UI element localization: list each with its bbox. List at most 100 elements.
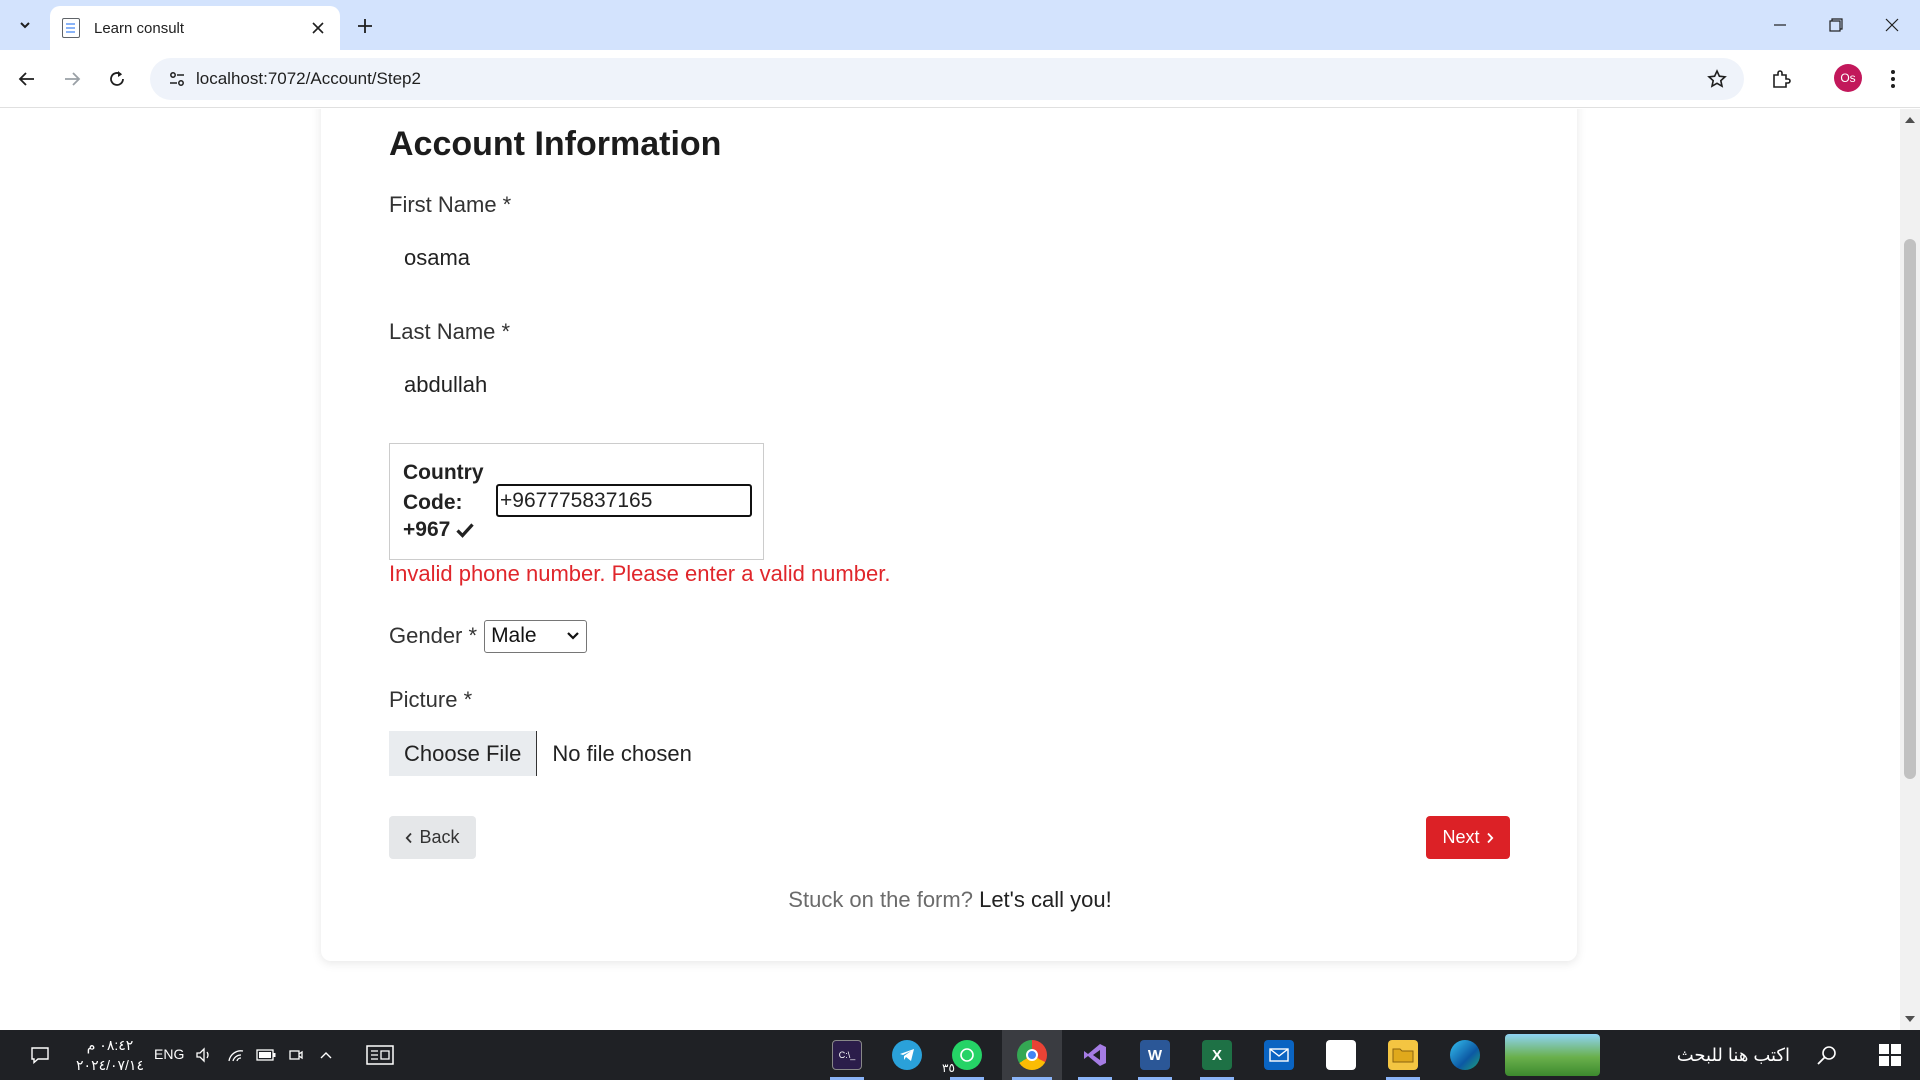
taskbar-store[interactable] xyxy=(1314,1030,1368,1080)
site-info-icon[interactable] xyxy=(160,62,194,96)
minimize-button[interactable] xyxy=(1752,0,1808,50)
news-widget-button[interactable] xyxy=(362,1030,398,1080)
notification-center-button[interactable] xyxy=(22,1030,58,1080)
first-name-label: First Name * xyxy=(389,192,512,217)
store-icon xyxy=(1326,1040,1356,1070)
edge-icon xyxy=(1450,1040,1480,1070)
meet-now-icon[interactable] xyxy=(284,1030,308,1080)
back-button-label: Back xyxy=(419,827,460,847)
chrome-icon xyxy=(1017,1040,1047,1070)
taskbar-terminal[interactable]: C:\_ xyxy=(820,1030,874,1080)
taskbar-excel[interactable]: X xyxy=(1190,1030,1244,1080)
taskbar-whatsapp[interactable]: ٣٥ xyxy=(940,1030,994,1080)
next-button-label: Next xyxy=(1442,827,1480,847)
word-icon: W xyxy=(1140,1040,1170,1070)
bookmark-star-icon[interactable] xyxy=(1700,62,1734,96)
taskbar-visual-studio[interactable] xyxy=(1068,1030,1122,1080)
address-bar[interactable]: localhost:7072/Account/Step2 xyxy=(150,58,1744,100)
windows-taskbar: ٠٨:٤٢ م ٢٠٢٤/٠٧/١٤ ENG C:\_ ٣٥ W X اكتب … xyxy=(0,1030,1920,1080)
battery-icon[interactable] xyxy=(254,1030,278,1080)
url-text: localhost:7072/Account/Step2 xyxy=(196,69,421,88)
country-code-value: +967 xyxy=(403,518,474,542)
page-favicon-icon xyxy=(62,18,80,38)
gender-label: Gender * xyxy=(389,623,478,648)
first-name-field[interactable] xyxy=(389,235,1509,281)
more-vert-icon xyxy=(1891,70,1895,88)
last-name-field[interactable] xyxy=(389,362,1509,408)
taskbar-word[interactable]: W xyxy=(1128,1030,1182,1080)
browser-tab[interactable]: Learn consult xyxy=(50,6,340,50)
gender-select[interactable]: Male xyxy=(484,619,588,653)
reload-button[interactable] xyxy=(100,62,134,96)
scroll-down-icon[interactable] xyxy=(1900,1012,1920,1026)
choose-file-button[interactable]: Choose File xyxy=(389,731,538,776)
scroll-up-icon[interactable] xyxy=(1900,113,1920,127)
taskbar-chrome[interactable] xyxy=(1002,1030,1062,1080)
restore-icon xyxy=(1829,18,1843,32)
folder-icon xyxy=(1388,1040,1418,1070)
profile-avatar[interactable]: Os xyxy=(1834,64,1862,92)
whatsapp-unread-badge: ٣٥ xyxy=(942,1061,955,1075)
page-title: Account Information xyxy=(389,125,722,163)
scrollbar-thumb[interactable] xyxy=(1904,239,1916,779)
terminal-icon: C:\_ xyxy=(832,1040,862,1070)
start-button[interactable] xyxy=(1860,1030,1920,1080)
gender-selected-value: Male xyxy=(491,624,537,647)
excel-icon: X xyxy=(1202,1040,1232,1070)
show-hidden-icons-button[interactable] xyxy=(314,1030,338,1080)
restore-button[interactable] xyxy=(1808,0,1864,50)
reload-icon xyxy=(110,71,124,86)
mail-icon xyxy=(1264,1040,1294,1070)
gender-row: Gender * Male xyxy=(389,619,588,653)
no-file-text: No file chosen xyxy=(552,740,692,766)
taskbar-telegram[interactable] xyxy=(880,1030,934,1080)
input-language[interactable]: ENG xyxy=(154,1046,184,1062)
help-prompt-text: Stuck on the form? xyxy=(788,887,973,912)
country-code-label: Country Code: xyxy=(403,461,484,514)
next-button[interactable]: Next xyxy=(1426,816,1510,859)
vertical-scrollbar[interactable] xyxy=(1900,109,1920,1030)
picture-file-input: Choose File No file chosen xyxy=(389,731,692,776)
close-icon xyxy=(1885,18,1899,32)
country-code-text: +967 xyxy=(403,518,451,541)
news-icon xyxy=(366,1045,394,1065)
taskbar-edge[interactable] xyxy=(1438,1030,1492,1080)
call-me-link[interactable]: Let's call you! xyxy=(979,887,1112,912)
phone-error-message: Invalid phone number. Please enter a val… xyxy=(389,561,891,586)
phone-field[interactable] xyxy=(496,484,752,517)
taskbar-search-box[interactable]: اكتب هنا للبحث xyxy=(1505,1030,1850,1080)
new-tab-button[interactable] xyxy=(350,11,380,41)
arrow-right-icon xyxy=(65,72,81,86)
taskbar-file-explorer[interactable] xyxy=(1376,1030,1430,1080)
taskbar-mail[interactable] xyxy=(1252,1030,1306,1080)
network-icon[interactable] xyxy=(224,1030,248,1080)
back-button[interactable]: Back xyxy=(389,816,476,859)
whatsapp-icon xyxy=(952,1040,982,1070)
search-icon xyxy=(1817,1046,1836,1065)
chevron-left-icon xyxy=(406,832,413,843)
close-tab-icon[interactable] xyxy=(308,18,328,38)
close-window-button[interactable] xyxy=(1864,0,1920,50)
extensions-button[interactable] xyxy=(1764,62,1798,96)
tab-search-button[interactable] xyxy=(10,10,40,40)
back-nav-button[interactable] xyxy=(10,62,44,96)
arrow-left-icon xyxy=(18,72,34,86)
search-placeholder: اكتب هنا للبحث xyxy=(1676,1045,1790,1065)
checkmark-icon xyxy=(456,523,474,538)
browser-toolbar: localhost:7072/Account/Step2 Os xyxy=(0,50,1920,108)
visual-studio-icon xyxy=(1080,1040,1110,1070)
puzzle-icon xyxy=(1773,70,1791,88)
page-viewport: Account Information First Name * Last Na… xyxy=(0,109,1900,1030)
volume-icon[interactable] xyxy=(192,1030,216,1080)
last-name-label: Last Name * xyxy=(389,319,511,344)
forward-nav-button[interactable] xyxy=(55,62,89,96)
system-clock[interactable]: ٠٨:٤٢ م ٢٠٢٤/٠٧/١٤ xyxy=(70,1035,150,1075)
search-highlight-illustration xyxy=(1505,1034,1600,1076)
browser-menu-button[interactable] xyxy=(1876,62,1910,96)
minimize-icon xyxy=(1774,24,1786,26)
chevron-right-icon xyxy=(1486,832,1493,843)
plus-icon xyxy=(358,19,372,33)
chevron-down-icon xyxy=(20,22,30,29)
clock-time: ٠٨:٤٢ م xyxy=(86,1037,134,1053)
phone-group: Country Code: +967 xyxy=(389,443,764,560)
